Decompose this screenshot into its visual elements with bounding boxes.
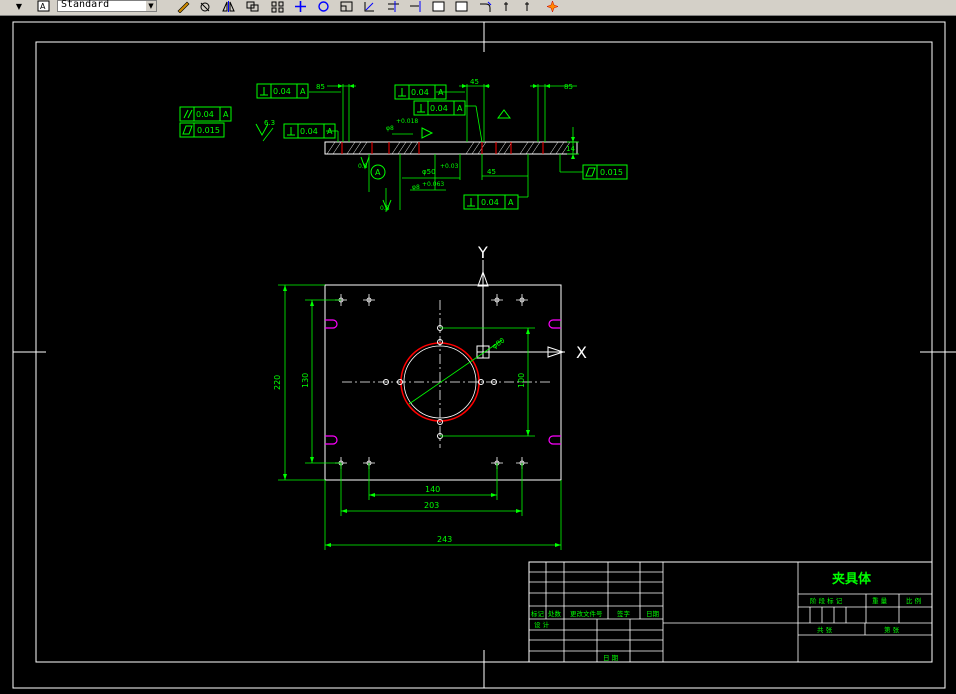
dim-label: 85 xyxy=(316,83,325,91)
gdt-value: 0.04 xyxy=(273,87,291,96)
dropdown-arrow-icon[interactable]: ▼ xyxy=(13,0,25,14)
dim-label: +0.018 xyxy=(396,118,418,125)
title-block: 夹具体 标记 处数 更改文件号 签字 日期 设 计 日 期 阶 段 标 记 重 … xyxy=(528,561,933,663)
col-date: 日期 xyxy=(646,610,660,618)
explode-icon[interactable] xyxy=(545,0,560,13)
sheet-label: 第 张 xyxy=(884,625,900,634)
gdt-frame-perp-4: 0.04 A xyxy=(283,123,336,139)
gdt-frame-parallel: 0.04 A xyxy=(179,106,232,122)
dim-label: φ50 xyxy=(422,168,436,176)
section-view: A 0.04 A 85 0.04 A 45 85 0.04 A 0.04 A 0… xyxy=(179,78,628,212)
mirror-icon[interactable] xyxy=(221,0,236,13)
datum-triangle-2 xyxy=(497,109,511,119)
gdt-value: 0.04 xyxy=(300,127,318,136)
dim-label: 243 xyxy=(437,535,452,544)
axis-x-label: X xyxy=(576,343,587,362)
gdt-frame-perp-3: 0.04 A xyxy=(413,100,466,116)
centering-marks xyxy=(13,22,956,688)
dim-label: φ8 xyxy=(412,184,420,191)
weight-label: 重 量 xyxy=(872,597,888,605)
col-mark: 标记 xyxy=(531,609,545,618)
dim-label: φ8 xyxy=(386,125,394,132)
gdt-datum: A xyxy=(327,127,333,136)
plan-view: Y X φ80 220 130 100 140 203 243 xyxy=(273,243,587,550)
gdt-value: 0.04 xyxy=(411,88,429,97)
gdt-value: 0.04 xyxy=(196,110,214,119)
extend-icon[interactable] xyxy=(408,0,423,13)
col-sign: 签字 xyxy=(617,609,631,618)
array-icon[interactable] xyxy=(270,0,285,13)
datum-label: A xyxy=(375,168,381,177)
gdt-datum: A xyxy=(457,104,463,113)
trim-icon[interactable] xyxy=(386,0,401,13)
fillet-icon[interactable] xyxy=(478,0,493,13)
gdt-frame-perp-1: 0.04 A xyxy=(256,83,309,99)
chevron-down-icon[interactable]: ▼ xyxy=(146,1,156,11)
gdt-frame-flatness-1: 0.015 xyxy=(179,122,225,138)
gdt-frame-flatness-2: 0.015 xyxy=(582,164,628,180)
gdt-datum: A xyxy=(223,110,229,119)
dim-label: 203 xyxy=(424,501,439,510)
col-count: 处数 xyxy=(548,609,562,618)
gdt-frame-perp-5: 0.04 A xyxy=(463,194,519,210)
break-icon[interactable] xyxy=(431,0,446,13)
text-style-icon[interactable]: A xyxy=(36,0,51,13)
dim-label: 45 xyxy=(470,78,479,86)
stretch-icon[interactable] xyxy=(362,0,377,13)
dim-label: 0.8 xyxy=(358,163,368,170)
roughness-value: 6.3 xyxy=(264,119,275,127)
copy-icon[interactable] xyxy=(245,0,260,13)
gdt-datum: A xyxy=(300,87,306,96)
datum-triangle-1 xyxy=(421,127,434,139)
gdt-frame-perp-2: 0.04 A xyxy=(394,84,447,100)
stage-label: 阶 段 标 记 xyxy=(810,596,843,605)
axis-y-label: Y xyxy=(477,243,488,262)
rotate-icon[interactable] xyxy=(316,0,331,13)
col-doc: 更改文件号 xyxy=(570,609,603,618)
sheets-label: 共 张 xyxy=(817,625,833,634)
gdt-datum: A xyxy=(438,88,444,97)
scale-label: 比 例 xyxy=(906,596,921,605)
text-style-select[interactable]: Standard ▼ xyxy=(57,0,157,12)
roughness-value: 0.8 xyxy=(380,205,390,212)
dim-label: 140 xyxy=(425,485,440,494)
text-style-value: Standard xyxy=(61,0,110,10)
drawing-canvas[interactable]: A 0.04 A 85 0.04 A 45 85 0.04 A 0.04 A 0… xyxy=(0,17,956,694)
dim-label: 14 xyxy=(566,145,575,153)
design-label: 设 计 xyxy=(534,620,550,629)
gdt-datum: A xyxy=(508,198,514,207)
dim-label: 220 xyxy=(273,375,282,390)
dim-label: 45 xyxy=(487,168,496,176)
move-icon[interactable] xyxy=(293,0,308,13)
gdt-value: 0.015 xyxy=(197,126,220,135)
date-label: 日 期 xyxy=(603,654,619,662)
gdt-value: 0.015 xyxy=(600,168,623,177)
dim-label: 85 xyxy=(564,83,573,91)
scale-icon[interactable] xyxy=(339,0,354,13)
dim-label: 130 xyxy=(301,373,310,388)
chamfer-icon[interactable] xyxy=(454,0,469,13)
svg-text:A: A xyxy=(40,2,46,11)
gdt-value: 0.04 xyxy=(430,104,448,113)
dim-label: 100 xyxy=(517,373,526,388)
dim-label: +0.03 xyxy=(440,163,459,170)
dim-label: φ80 xyxy=(491,336,507,350)
lengthen-icon[interactable] xyxy=(520,0,535,13)
part-name: 夹具体 xyxy=(832,571,872,587)
gdt-value: 0.04 xyxy=(481,198,499,207)
erase-icon[interactable] xyxy=(198,0,213,13)
pencil-icon[interactable] xyxy=(176,0,191,13)
dim-label: +0.063 xyxy=(422,181,444,188)
join-icon[interactable] xyxy=(499,0,514,13)
toolbar: ▼ A Standard ▼ xyxy=(0,0,956,16)
